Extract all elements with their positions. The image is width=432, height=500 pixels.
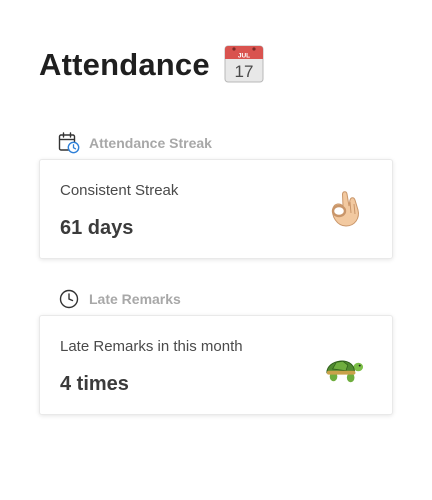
section-header-late-remarks: Late Remarks: [58, 288, 181, 310]
page-header: Attendance JUL 17: [39, 44, 264, 84]
clock-icon: [58, 288, 80, 310]
section-label-attendance-streak: Attendance Streak: [89, 135, 212, 151]
ok-hand-emoji-icon: [324, 186, 364, 228]
card-value: 61 days: [60, 217, 134, 239]
calendar-clock-icon: [58, 132, 80, 154]
streak-card[interactable]: Consistent Streak 61 days: [39, 159, 393, 259]
section-header-attendance-streak: Attendance Streak: [58, 132, 212, 154]
late-remarks-card[interactable]: Late Remarks in this month 4 times: [39, 315, 393, 415]
section-label-late-remarks: Late Remarks: [89, 291, 181, 307]
card-label: Consistent Streak: [60, 182, 179, 199]
card-label: Late Remarks in this month: [60, 338, 243, 355]
page-title: Attendance: [39, 46, 210, 82]
turtle-emoji-icon: [324, 346, 364, 388]
calendar-emoji-icon: JUL 17: [224, 44, 264, 84]
calendar-day: 17: [234, 62, 253, 81]
calendar-month: JUL: [238, 53, 250, 60]
card-value: 4 times: [60, 373, 129, 395]
